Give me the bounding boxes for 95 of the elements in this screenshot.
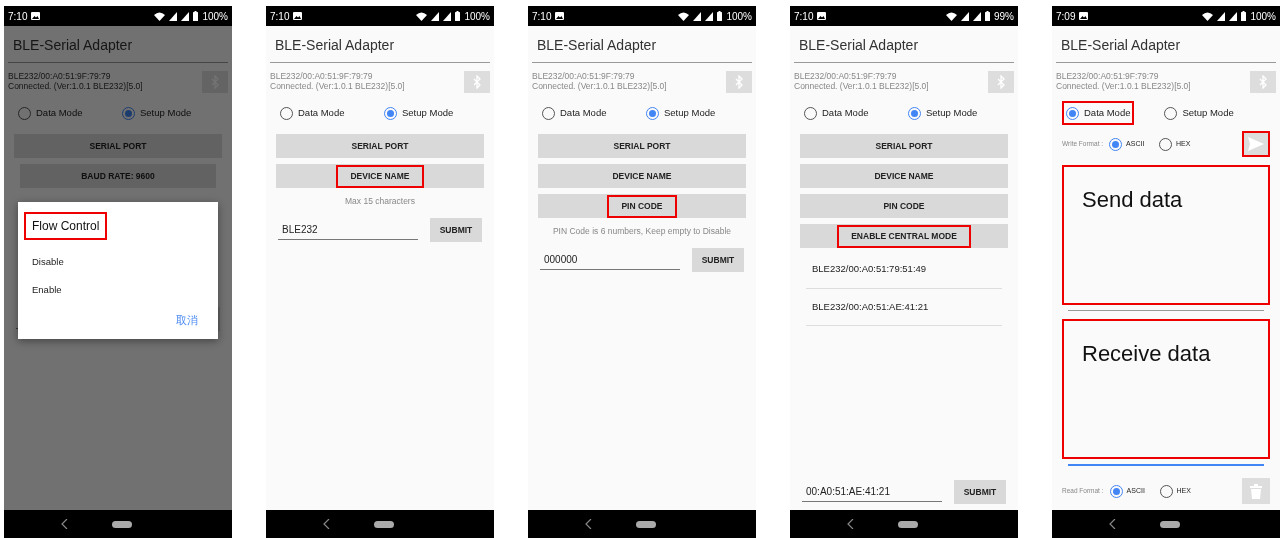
battery-level: 100%	[202, 9, 228, 24]
receive-data-field[interactable]: Receive data	[1062, 319, 1270, 459]
mode-radio[interactable]: Data Mode	[14, 101, 118, 126]
back-icon[interactable]	[846, 519, 854, 529]
status-time: 7:09	[1056, 9, 1076, 24]
battery-icon	[1241, 11, 1247, 21]
device-info-text: BLE232/00:A0:51:9F:79:79	[1056, 71, 1160, 82]
mode-radio[interactable]: Setup Mode	[380, 101, 484, 126]
trash-icon	[1250, 483, 1262, 499]
battery-icon	[193, 11, 199, 21]
mode-radio[interactable]: Setup Mode	[118, 101, 222, 126]
setting-button[interactable]: SERIAL PORT	[276, 134, 484, 159]
mode-radio[interactable]: Data Mode	[800, 101, 904, 126]
setting-button[interactable]: SERIAL PORT	[538, 134, 746, 159]
bluetooth-icon	[996, 75, 1006, 89]
mode-radio[interactable]: Data Mode	[276, 101, 380, 126]
annotation-frame: ENABLE CENTRAL MODE	[837, 224, 971, 248]
status-time: 7:10	[532, 9, 552, 24]
back-icon[interactable]	[1108, 519, 1116, 529]
bluetooth-icon	[1258, 75, 1268, 89]
device-info-text: Connected. (Ver:1.0.1 BLE232)[5.0]	[270, 81, 405, 92]
wifi-icon	[946, 11, 957, 21]
setting-button[interactable]: PIN CODE	[800, 194, 1008, 219]
send-data-field[interactable]: Send data	[1062, 165, 1270, 306]
device-info-text: Connected. (Ver:1.0.1 BLE232)[5.0]	[8, 81, 143, 92]
battery-icon	[455, 11, 461, 21]
status-time: 7:10	[270, 9, 290, 24]
device-list-item[interactable]: BLE232/00:A0:51:AE:41:21	[806, 288, 1002, 326]
submit-button[interactable]: SUBMIT	[692, 248, 744, 272]
image-icon	[817, 12, 827, 20]
home-icon[interactable]	[635, 520, 656, 528]
home-icon[interactable]	[111, 520, 132, 528]
setting-button[interactable]: SERIAL PORT	[800, 134, 1008, 159]
mode-radio[interactable]: Setup Mode	[642, 101, 746, 126]
home-icon[interactable]	[897, 520, 918, 528]
status-time: 7:10	[794, 9, 814, 24]
mode-radio[interactable]: Setup Mode	[1160, 101, 1270, 126]
hint-text: PIN Code is 6 numbers, Keep empty to Disable	[551, 225, 733, 238]
dialog-option[interactable]: Enable	[32, 276, 62, 305]
app-title: BLE-Serial Adapter	[8, 26, 228, 63]
device-info-text: Connected. (Ver:1.0.1 BLE232)[5.0]	[794, 81, 929, 92]
send-button[interactable]	[1242, 131, 1270, 158]
wifi-icon	[678, 11, 690, 21]
app-title: BLE-Serial Adapter	[1056, 26, 1276, 63]
battery-level: 99%	[994, 9, 1014, 24]
device-info-text: BLE232/00:A0:51:9F:79:79	[532, 71, 636, 82]
wifi-icon	[416, 11, 428, 21]
dialog-title: Flow Control	[24, 212, 108, 240]
device-list-item[interactable]: BLE232/00:A0:51:79:51:49	[806, 251, 1002, 289]
annotation-frame: DEVICE NAME	[336, 164, 424, 188]
cancel-button[interactable]: 取消	[170, 310, 204, 329]
wifi-icon	[1202, 11, 1214, 21]
device-info-text: BLE232/00:A0:51:9F:79:79	[270, 71, 374, 82]
dialog-option[interactable]: Disable	[32, 248, 64, 277]
app-title: BLE-Serial Adapter	[532, 26, 752, 63]
setting-button[interactable]: PIN CODE	[538, 194, 746, 219]
mode-radio[interactable]: Data Mode	[1062, 101, 1135, 126]
app-title: BLE-Serial Adapter	[794, 26, 1014, 63]
battery-level: 100%	[464, 9, 490, 24]
bluetooth-icon	[734, 75, 744, 89]
back-icon[interactable]	[322, 519, 330, 529]
home-icon[interactable]	[1159, 520, 1180, 528]
submit-button[interactable]: SUBMIT	[954, 480, 1006, 504]
send-icon	[1248, 137, 1264, 152]
image-icon	[555, 12, 565, 20]
bluetooth-icon	[472, 75, 482, 89]
input-field[interactable]: BLE232	[278, 220, 418, 240]
back-icon[interactable]	[584, 519, 592, 529]
input-field[interactable]: 000000	[540, 250, 680, 270]
status-time: 7:10	[8, 9, 28, 24]
battery-level: 100%	[726, 9, 752, 24]
app-title: BLE-Serial Adapter	[270, 26, 490, 63]
device-info-text: Connected. (Ver:1.0.1 BLE232)[5.0]	[1056, 81, 1191, 92]
input-field[interactable]: 00:A0:51:AE:41:21	[802, 482, 942, 502]
device-info-text: Connected. (Ver:1.0.1 BLE232)[5.0]	[532, 81, 667, 92]
image-icon	[293, 12, 303, 20]
setting-button[interactable]: DEVICE NAME	[276, 164, 484, 189]
setting-button[interactable]: DEVICE NAME	[800, 164, 1008, 189]
submit-button[interactable]: SUBMIT	[430, 218, 482, 242]
image-icon	[31, 12, 41, 20]
setting-button[interactable]: ENABLE CENTRAL MODE	[800, 224, 1008, 249]
device-info-text: BLE232/00:A0:51:9F:79:79	[8, 71, 112, 82]
mode-radio[interactable]: Data Mode	[538, 101, 642, 126]
setting-button[interactable]: DEVICE NAME	[538, 164, 746, 189]
hint-text: Max 15 characters	[344, 195, 416, 208]
wifi-icon	[154, 11, 166, 21]
mode-radio[interactable]: Setup Mode	[904, 101, 1008, 126]
back-icon[interactable]	[60, 519, 68, 529]
battery-level: 100%	[1250, 9, 1276, 24]
device-info-text: BLE232/00:A0:51:9F:79:79	[794, 71, 898, 82]
battery-icon	[717, 11, 723, 21]
battery-icon	[985, 11, 990, 21]
home-icon[interactable]	[373, 520, 394, 528]
annotation-frame: PIN CODE	[607, 194, 677, 218]
image-icon	[1079, 12, 1089, 20]
